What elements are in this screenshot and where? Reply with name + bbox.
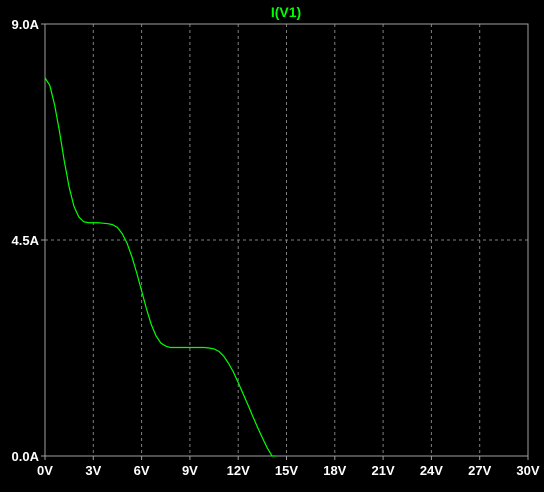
- y-tick-label: 4.5A: [12, 233, 40, 248]
- series-line-0[interactable]: [44, 77, 276, 457]
- grid: [45, 24, 528, 456]
- x-tick-label: 0V: [37, 463, 53, 478]
- chart: 0V 3V 6V 9V 12V 15V 18V 21V 24V 27V 30V 0.0A 4.5A 9.0…: [12, 4, 540, 478]
- x-tick-label: 18V: [323, 463, 346, 478]
- chart-title[interactable]: I(V1): [271, 4, 301, 20]
- x-tick-label: 12V: [227, 463, 250, 478]
- x-tick-label: 6V: [134, 463, 150, 478]
- x-tick-label: 30V: [516, 463, 539, 478]
- x-tick-label: 3V: [85, 463, 101, 478]
- axis-ticks: 0V 3V 6V 9V 12V 15V 18V 21V 24V 27V 30V 0.0A 4.5A 9.0…: [12, 17, 540, 478]
- y-tick-label: 9.0A: [12, 17, 40, 32]
- x-tick-label: 24V: [420, 463, 443, 478]
- y-tick-label: 0.0A: [12, 449, 40, 464]
- plot-window: 0V 3V 6V 9V 12V 15V 18V 21V 24V 27V 30V 0.0A 4.5A 9.0…: [0, 0, 544, 487]
- series-layer: [44, 77, 276, 457]
- x-tick-label: 15V: [275, 463, 298, 478]
- x-tick-label: 21V: [372, 463, 395, 478]
- x-tick-label: 27V: [468, 463, 491, 478]
- x-tick-label: 9V: [182, 463, 198, 478]
